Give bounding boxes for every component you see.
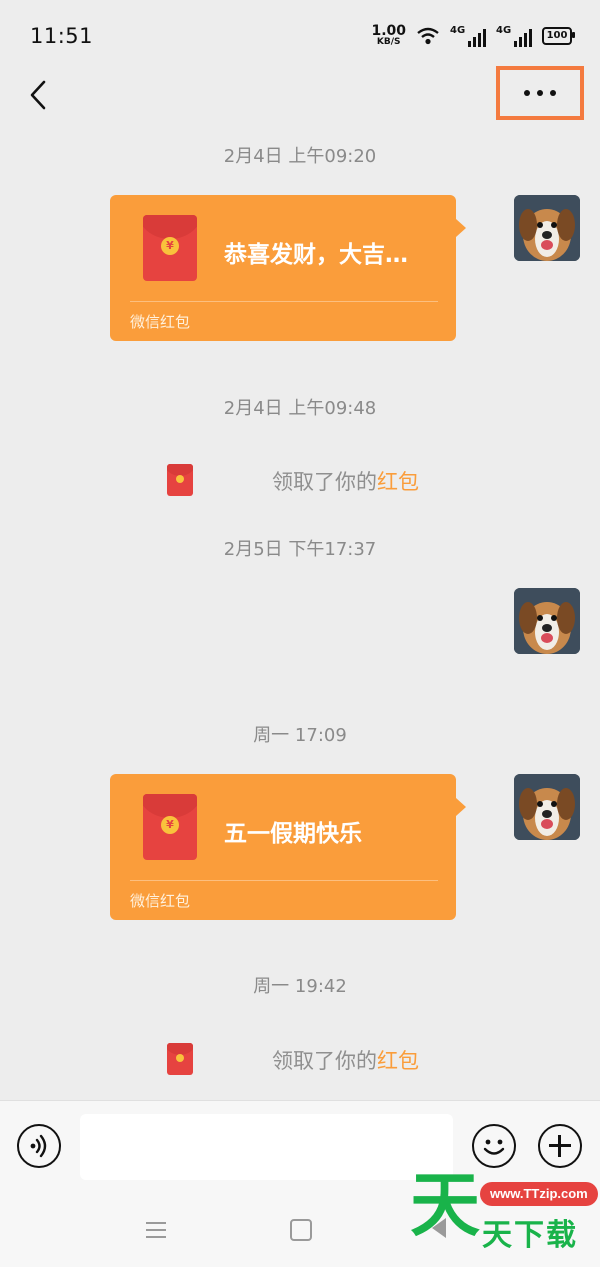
emoji-button[interactable] [472, 1124, 516, 1168]
red-packet-icon [167, 464, 193, 496]
red-packet-title: 恭喜发财，大吉… [224, 242, 408, 268]
divider [130, 301, 438, 302]
home-icon[interactable] [290, 1219, 312, 1241]
timestamp: 周一 19:42 [253, 976, 347, 997]
timestamp: 2月5日 下午17:37 [223, 539, 377, 560]
net-speed-unit: KB/S [376, 37, 401, 47]
red-packet-footer: 微信红包 [130, 313, 191, 331]
more-button[interactable] [496, 66, 584, 120]
signal-icon-2: 4G [496, 25, 532, 47]
red-packet-message[interactable]: ¥ 恭喜发财，大吉… 微信红包 [110, 195, 466, 341]
voice-button[interactable] [17, 1124, 61, 1168]
watermark-url: www.TTzip.com [480, 1182, 598, 1206]
signal-icon-1: 4G [450, 25, 486, 47]
red-packet-title: 五一假期快乐 [224, 821, 362, 847]
red-packet-message[interactable]: ¥ 五一假期快乐 微信红包 [110, 774, 466, 920]
signal-1-label: 4G [450, 24, 466, 36]
signal-2-label: 4G [496, 24, 512, 36]
timestamp: 2月4日 上午09:48 [223, 398, 377, 419]
red-packet-icon [167, 1043, 193, 1075]
net-speed-value: 1.00 [371, 23, 406, 39]
avatar[interactable] [514, 588, 580, 654]
message-input[interactable] [80, 1114, 453, 1180]
red-packet-footer: 微信红包 [130, 892, 191, 910]
site-watermark: 天 www.TTzip.com 天下载 [410, 1164, 598, 1262]
red-packet-icon: ¥ [143, 215, 197, 281]
wifi-icon [417, 27, 439, 44]
timestamp: 2月4日 上午09:20 [223, 146, 377, 167]
net-speed: 1.00 KB/S [371, 24, 406, 47]
menu-icon[interactable] [146, 1222, 166, 1238]
claim-notice: 领取了你的红包 [0, 464, 600, 496]
emoji-icon [483, 1139, 505, 1155]
status-time: 11:51 [30, 24, 94, 48]
claim-text: 领取了你的红包 [272, 1049, 419, 1073]
watermark-text: 天下载 [482, 1218, 578, 1253]
claim-notice: 领取了你的红包 [0, 1043, 600, 1075]
red-packet-icon: ¥ [143, 794, 197, 860]
claim-text: 领取了你的红包 [272, 470, 419, 494]
watermark-big-char: 天 [410, 1164, 480, 1246]
plus-button[interactable] [538, 1124, 582, 1168]
battery-icon: 100 [542, 26, 575, 45]
chevron-left-icon[interactable] [24, 78, 54, 112]
claim-highlight[interactable]: 红包 [377, 470, 419, 494]
avatar[interactable] [514, 774, 580, 840]
ellipsis-icon [524, 90, 530, 96]
claim-highlight[interactable]: 红包 [377, 1049, 419, 1073]
avatar[interactable] [514, 195, 580, 261]
chat-header [0, 62, 600, 132]
divider [130, 880, 438, 881]
voice-icon [30, 1134, 47, 1158]
status-icons: 1.00 KB/S 4G 4G 100 [371, 24, 575, 47]
timestamp: 周一 17:09 [253, 725, 347, 746]
